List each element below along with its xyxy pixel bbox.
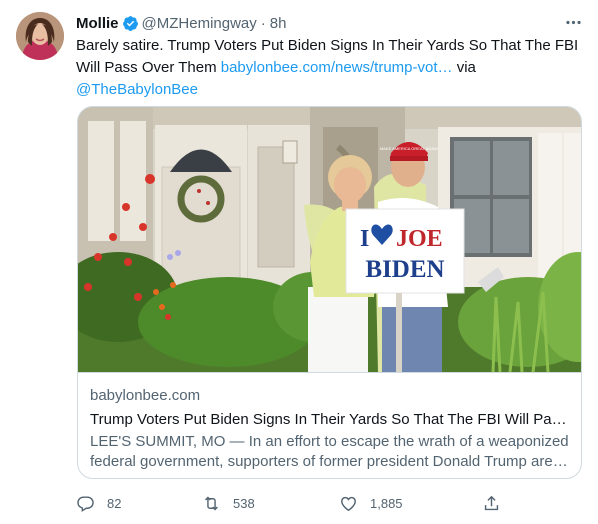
verified-badge-icon: [122, 15, 138, 31]
reply-button[interactable]: 82: [76, 492, 121, 514]
avatar-image: [16, 12, 64, 60]
share-button[interactable]: [482, 492, 513, 514]
card-meta[interactable]: babylonbee.com Trump Voters Put Biden Si…: [78, 372, 581, 478]
link-card[interactable]: MAKE AMERICA GREAT AGAIN I JOE BIDEN bab…: [77, 106, 582, 479]
heart-outline-icon: [341, 496, 356, 511]
retweet-count: 538: [233, 495, 255, 511]
separator-dot: ·: [260, 14, 266, 32]
more-options-icon: [565, 20, 581, 24]
sign-letter-i: I: [360, 226, 369, 252]
retweet-button[interactable]: 538: [202, 492, 255, 514]
author-name[interactable]: Mollie: [76, 15, 119, 32]
share-icon: [484, 495, 499, 510]
avatar[interactable]: [16, 12, 64, 60]
timestamp[interactable]: 8h: [270, 15, 287, 32]
author-handle[interactable]: @MZHemingway: [142, 15, 257, 32]
card-description: LEE'S SUMMIT, MO — In an effort to escap…: [90, 433, 569, 470]
tweet-text: Barely satire. Trump Voters Put Biden Si…: [76, 35, 582, 101]
sign-biden: BIDEN: [365, 256, 444, 283]
mention-link[interactable]: @TheBabylonBee: [76, 81, 198, 98]
sign-joe: JOE: [396, 226, 443, 252]
card-title: Trump Voters Put Biden Signs In Their Ya…: [90, 411, 571, 428]
cap-text: MAKE AMERICA GREAT AGAIN: [380, 146, 438, 151]
card-image[interactable]: MAKE AMERICA GREAT AGAIN I JOE BIDEN: [78, 107, 582, 372]
article-link[interactable]: babylonbee.com/news/trump-vot…: [221, 59, 453, 76]
like-count: 1,885: [370, 495, 403, 511]
retweet-icon: [205, 496, 218, 510]
reply-count: 82: [107, 495, 122, 511]
more-options-button[interactable]: [562, 11, 584, 33]
tweet[interactable]: Mollie @MZHemingway · 8h Barely satire. …: [0, 0, 598, 524]
card-domain: babylonbee.com: [90, 387, 201, 404]
reply-icon: [77, 495, 94, 512]
tweet-actions: 82 538 1,885: [76, 492, 506, 514]
like-button[interactable]: 1,885: [339, 492, 403, 514]
via-text: via: [452, 59, 476, 76]
tweet-header: Mollie @MZHemingway · 8h: [76, 13, 582, 33]
